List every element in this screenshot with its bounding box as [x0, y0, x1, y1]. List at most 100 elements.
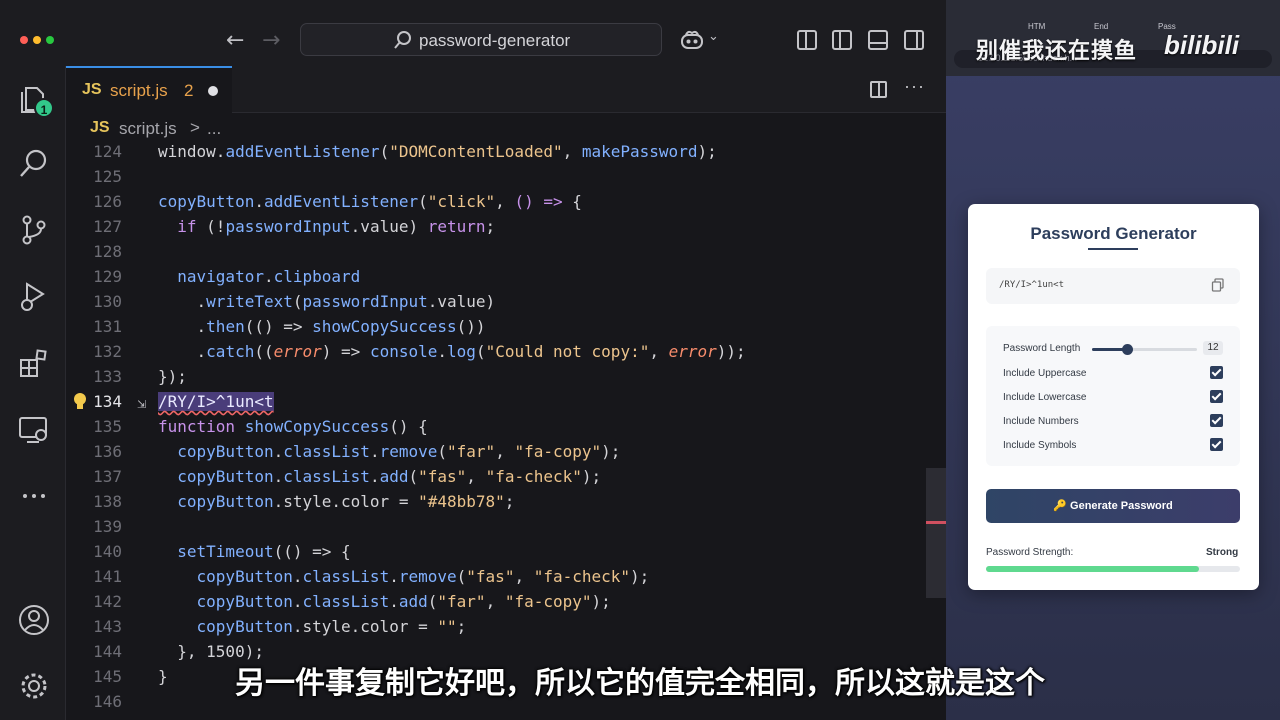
code-line[interactable]: 135 function showCopySuccess() { [66, 414, 926, 439]
code-text: .then(() => showCopySuccess()) [196, 317, 486, 336]
code-line[interactable]: 133}); [66, 364, 926, 389]
customize-layout-icon[interactable] [797, 30, 817, 50]
chevron-down-icon[interactable]: ⌄ [708, 28, 719, 44]
copy-icon[interactable] [1211, 278, 1225, 292]
breadcrumb-file[interactable]: script.js [119, 119, 177, 139]
browser-tab[interactable]: End [1094, 22, 1108, 31]
code-text: .writeText(passwordInput.value) [196, 292, 496, 311]
command-center[interactable]: password-generator [300, 23, 662, 56]
code-line[interactable]: 125 [66, 164, 926, 189]
code-line[interactable]: 124 window.addEventListener("DOMContentLo… [66, 139, 926, 164]
explorer-badge: 1 [34, 98, 54, 118]
option-lowercase[interactable]: Include Lowercase [1003, 390, 1223, 406]
watermark-text: 别催我还在摸鱼 [976, 38, 1138, 63]
run-debug-icon[interactable] [17, 279, 51, 313]
length-row: Password Length 12 [1003, 341, 1223, 357]
split-editor-icon[interactable] [870, 81, 887, 98]
length-value: 12 [1203, 341, 1223, 355]
code-text: copyButton.classList.remove("fas", "fa-c… [196, 567, 650, 586]
extensions-icon[interactable] [17, 346, 51, 380]
breadcrumb-more[interactable]: ... [207, 119, 221, 139]
close-window-button[interactable] [20, 36, 28, 44]
code-text: .catch((error) => console.log("Could not… [196, 342, 746, 361]
js-file-icon: JS [90, 119, 110, 136]
code-line[interactable]: 127 if (!passwordInput.value) return; [66, 214, 926, 239]
browser-tab[interactable]: HTM [1028, 22, 1045, 31]
code-line[interactable]: 132 .catch((error) => console.log("Could… [66, 339, 926, 364]
unsaved-dot-icon[interactable] [208, 86, 218, 96]
back-arrow-icon[interactable]: ← [226, 28, 244, 53]
line-number: 143 [93, 617, 122, 636]
title-underline [1088, 248, 1138, 250]
more-actions-icon[interactable]: ··· [904, 76, 925, 97]
code-text: copyButton.style.color = ""; [196, 617, 467, 636]
line-number: 127 [93, 217, 122, 236]
lowercase-checkbox[interactable] [1210, 390, 1223, 403]
editor-scrollbar[interactable] [926, 468, 946, 598]
source-control-icon[interactable] [17, 213, 51, 247]
line-number: 124 [93, 142, 122, 161]
search-icon[interactable] [17, 146, 51, 180]
code-editor[interactable]: 124 window.addEventListener("DOMContentLo… [66, 142, 946, 720]
uppercase-checkbox[interactable] [1210, 366, 1223, 379]
code-line[interactable]: 129 navigator.clipboard [66, 264, 926, 289]
option-symbols[interactable]: Include Symbols [1003, 438, 1223, 454]
code-text: function showCopySuccess() { [158, 417, 428, 436]
line-number: 126 [93, 192, 122, 211]
code-line[interactable]: 141 copyButton.classList.remove("fas", "… [66, 564, 926, 589]
code-line[interactable]: 139 [66, 514, 926, 539]
code-line[interactable]: 134/RY/I>^1un<t [66, 389, 926, 414]
code-line[interactable]: 131 .then(() => showCopySuccess()) [66, 314, 926, 339]
page-title: Password Generator [1030, 224, 1197, 243]
toggle-secondary-sidebar-icon[interactable] [904, 30, 924, 50]
zoom-window-button[interactable] [46, 36, 54, 44]
length-slider[interactable] [1092, 344, 1197, 355]
remote-explorer-icon[interactable] [17, 413, 51, 447]
toggle-sidebar-icon[interactable] [832, 30, 852, 50]
numbers-checkbox[interactable] [1210, 414, 1223, 427]
option-numbers[interactable]: Include Numbers [1003, 414, 1223, 430]
accounts-icon[interactable] [17, 603, 51, 637]
code-text: /RY/I>^1un<t [158, 392, 274, 411]
toggle-panel-icon[interactable] [868, 30, 888, 50]
minimize-window-button[interactable] [33, 36, 41, 44]
code-line[interactable]: 143 copyButton.style.color = ""; [66, 614, 926, 639]
line-number: 125 [93, 167, 122, 186]
strength-fill [986, 566, 1200, 572]
password-output[interactable]: /RY/I>^1un<t [986, 268, 1240, 304]
forward-arrow-icon[interactable]: → [262, 28, 280, 53]
code-text: setTimeout(() => { [177, 542, 351, 561]
code-text: copyButton.classList.add("fas", "fa-chec… [177, 467, 602, 486]
code-line[interactable]: 138 copyButton.style.color = "#48bb78"; [66, 489, 926, 514]
code-text: copyButton.classList.add("far", "fa-copy… [196, 592, 611, 611]
option-label: Include Symbols [1003, 440, 1077, 451]
line-number: 137 [93, 467, 122, 486]
more-views-icon[interactable] [17, 479, 51, 513]
code-text: copyButton.addEventListener("click", () … [158, 192, 582, 211]
code-line[interactable]: 140 setTimeout(() => { [66, 539, 926, 564]
slider-handle[interactable] [1121, 344, 1133, 355]
tab-script-js[interactable]: JS script.js 2 [66, 66, 232, 113]
lightbulb-icon[interactable] [72, 392, 88, 412]
symbols-checkbox[interactable] [1210, 438, 1223, 451]
code-text: }); [158, 367, 187, 386]
option-label: Include Lowercase [1003, 392, 1087, 403]
option-uppercase[interactable]: Include Uppercase [1003, 366, 1223, 382]
line-number: 128 [93, 242, 122, 261]
code-line[interactable]: 137 copyButton.classList.add("fas", "fa-… [66, 464, 926, 489]
tab-filename: script.js [110, 81, 168, 100]
line-number: 132 [93, 342, 122, 361]
tab-problem-count: 2 [184, 81, 194, 100]
code-line[interactable]: 130 .writeText(passwordInput.value) [66, 289, 926, 314]
copilot-icon[interactable] [680, 29, 704, 51]
code-line[interactable]: 142 copyButton.classList.add("far", "fa-… [66, 589, 926, 614]
code-line[interactable]: 136 copyButton.classList.remove("far", "… [66, 439, 926, 464]
length-label: Password Length [1003, 343, 1081, 354]
generate-password-button[interactable]: 🔑 Generate Password [986, 489, 1240, 523]
line-number: 141 [93, 567, 122, 586]
code-line[interactable]: 128 [66, 239, 926, 264]
line-number: 133 [93, 367, 122, 386]
options-panel: Password Length 12 Include Uppercase Inc… [986, 326, 1240, 466]
code-line[interactable]: 126 copyButton.addEventListener("click", … [66, 189, 926, 214]
mouse-cursor-icon: ⇲ [137, 399, 147, 411]
